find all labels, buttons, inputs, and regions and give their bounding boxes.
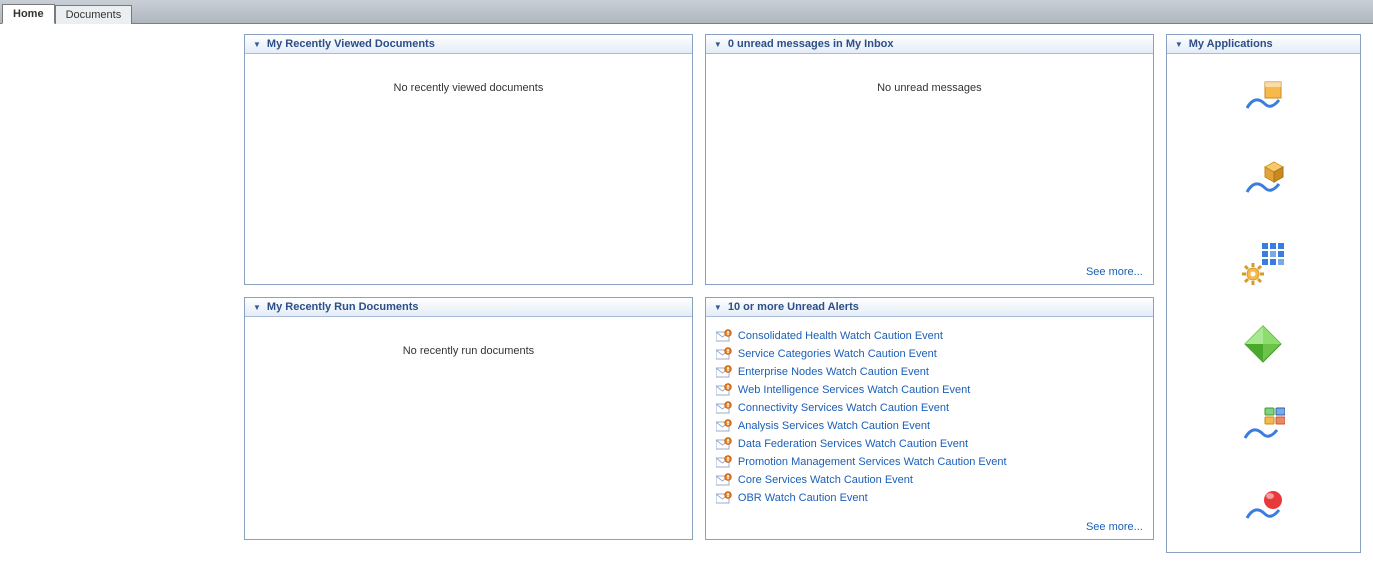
app-list	[1167, 54, 1360, 552]
alert-envelope-icon	[716, 455, 732, 469]
alert-envelope-icon	[716, 365, 732, 379]
alert-item: Enterprise Nodes Watch Caution Event	[716, 363, 1143, 381]
alert-item: Web Intelligence Services Watch Caution …	[716, 381, 1143, 399]
panel-header-recent-run[interactable]: ▼ My Recently Run Documents	[245, 298, 692, 317]
panel-title: My Recently Run Documents	[267, 301, 419, 313]
alert-link[interactable]: Connectivity Services Watch Caution Even…	[738, 402, 949, 414]
alert-item: Data Federation Services Watch Caution E…	[716, 435, 1143, 453]
app-modules-icon[interactable]	[1239, 402, 1287, 450]
collapse-icon: ▼	[714, 303, 722, 312]
panel-body-alerts: Consolidated Health Watch Caution Event S…	[706, 317, 1153, 539]
alert-link[interactable]: Consolidated Health Watch Caution Event	[738, 330, 943, 342]
alert-envelope-icon	[716, 329, 732, 343]
collapse-icon: ▼	[1175, 40, 1183, 49]
panel-alerts: ▼ 10 or more Unread Alerts Consolidated …	[705, 297, 1154, 540]
alert-envelope-icon	[716, 437, 732, 451]
column-left: ▼ My Recently Viewed Documents No recent…	[244, 34, 693, 553]
alert-link[interactable]: Analysis Services Watch Caution Event	[738, 420, 930, 432]
alert-item: Consolidated Health Watch Caution Event	[716, 327, 1143, 345]
tab-documents[interactable]: Documents	[55, 5, 133, 24]
panel-header-inbox[interactable]: ▼ 0 unread messages in My Inbox	[706, 35, 1153, 54]
panel-recent-run: ▼ My Recently Run Documents No recently …	[244, 297, 693, 540]
app-cube-icon[interactable]	[1239, 156, 1287, 204]
alert-envelope-icon	[716, 473, 732, 487]
panel-body-recent-viewed: No recently viewed documents	[245, 54, 692, 284]
alert-envelope-icon	[716, 491, 732, 505]
column-right: ▼ My Applications	[1166, 34, 1361, 553]
tab-home[interactable]: Home	[2, 4, 55, 24]
app-cmc-icon[interactable]	[1239, 238, 1287, 286]
alert-link[interactable]: Core Services Watch Caution Event	[738, 474, 913, 486]
app-bi-launchpad-icon[interactable]	[1239, 74, 1287, 122]
alert-item: Connectivity Services Watch Caution Even…	[716, 399, 1143, 417]
panel-header-apps[interactable]: ▼ My Applications	[1167, 35, 1360, 54]
alert-link[interactable]: Service Categories Watch Caution Event	[738, 348, 937, 360]
empty-message: No unread messages	[716, 62, 1143, 114]
panel-title: 10 or more Unread Alerts	[728, 301, 859, 313]
column-middle: ▼ 0 unread messages in My Inbox No unrea…	[705, 34, 1154, 553]
panel-body-apps	[1167, 54, 1360, 552]
collapse-icon: ▼	[714, 40, 722, 49]
alert-envelope-icon	[716, 401, 732, 415]
panel-recent-viewed: ▼ My Recently Viewed Documents No recent…	[244, 34, 693, 285]
panel-body-inbox: No unread messages See more...	[706, 54, 1153, 284]
see-more-link[interactable]: See more...	[1086, 521, 1143, 533]
panel-header-recent-viewed[interactable]: ▼ My Recently Viewed Documents	[245, 35, 692, 54]
empty-message: No recently viewed documents	[255, 62, 682, 114]
tab-bar: Home Documents	[0, 0, 1373, 24]
panel-header-alerts[interactable]: ▼ 10 or more Unread Alerts	[706, 298, 1153, 317]
alert-item: Service Categories Watch Caution Event	[716, 345, 1143, 363]
app-diamond-icon[interactable]	[1239, 320, 1287, 368]
panel-title: My Applications	[1189, 38, 1273, 50]
alert-link[interactable]: Promotion Management Services Watch Caut…	[738, 456, 1007, 468]
panel-title: 0 unread messages in My Inbox	[728, 38, 894, 50]
alert-link[interactable]: Web Intelligence Services Watch Caution …	[738, 384, 970, 396]
alert-envelope-icon	[716, 419, 732, 433]
alert-item: Analysis Services Watch Caution Event	[716, 417, 1143, 435]
panel-apps: ▼ My Applications	[1166, 34, 1361, 553]
panel-title: My Recently Viewed Documents	[267, 38, 435, 50]
panel-inbox: ▼ 0 unread messages in My Inbox No unrea…	[705, 34, 1154, 285]
app-monitoring-icon[interactable]	[1239, 484, 1287, 532]
alert-item: Core Services Watch Caution Event	[716, 471, 1143, 489]
alert-list: Consolidated Health Watch Caution Event S…	[716, 325, 1143, 533]
alert-item: OBR Watch Caution Event	[716, 489, 1143, 507]
dashboard-content: ▼ My Recently Viewed Documents No recent…	[232, 24, 1373, 563]
alert-link[interactable]: OBR Watch Caution Event	[738, 492, 868, 504]
alert-envelope-icon	[716, 347, 732, 361]
panel-body-recent-run: No recently run documents	[245, 317, 692, 539]
alert-link[interactable]: Enterprise Nodes Watch Caution Event	[738, 366, 929, 378]
see-more-link[interactable]: See more...	[1086, 266, 1143, 278]
alert-item: Promotion Management Services Watch Caut…	[716, 453, 1143, 471]
alert-link[interactable]: Data Federation Services Watch Caution E…	[738, 438, 968, 450]
collapse-icon: ▼	[253, 40, 261, 49]
collapse-icon: ▼	[253, 303, 261, 312]
alert-envelope-icon	[716, 383, 732, 397]
empty-message: No recently run documents	[255, 325, 682, 377]
